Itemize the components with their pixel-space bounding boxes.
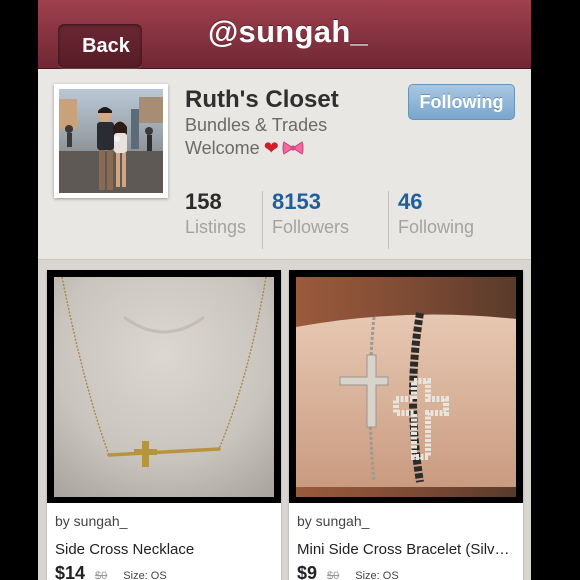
listing-seller: by sungah_ [297, 513, 370, 529]
listing-grid: by sungah_ Side Cross Necklace $14 $0 Si… [38, 260, 531, 580]
listings-count: 158 [185, 189, 222, 214]
bio-line-2: Welcome ❤ [185, 137, 327, 160]
nav-bar: Back @sungah_ [38, 0, 531, 69]
closet-stats: 158 Listings 8153 Followers 46 Following [38, 189, 531, 251]
listing-card[interactable]: by sungah_ Mini Side Cross Bracelet (Sil… [289, 270, 523, 580]
listing-original-price: $0 [95, 570, 108, 580]
following-label: Following [398, 217, 475, 237]
stat-following[interactable]: 46 Following [398, 189, 474, 249]
profile-header: Ruth's Closet Bundles & Trades Welcome ❤ … [38, 69, 531, 260]
listings-label: Listings [185, 217, 247, 237]
ribbon-bow-icon [282, 141, 304, 155]
stat-listings[interactable]: 158 Listings [185, 189, 246, 249]
closet-name: Ruth's Closet [185, 86, 339, 113]
listing-price-row: $9 $0 Size: OS [297, 563, 399, 580]
listing-photo [289, 270, 523, 503]
listing-original-price: $0 [327, 570, 340, 580]
listing-size: Size: OS [355, 570, 399, 580]
page-title: @sungah_ [208, 14, 369, 49]
listing-title: Mini Side Cross Bracelet (Silv… [297, 541, 510, 558]
listing-card[interactable]: by sungah_ Side Cross Necklace $14 $0 Si… [47, 270, 281, 580]
heart-icon: ❤ [263, 138, 279, 158]
listing-price: $9 [297, 563, 318, 580]
following-button[interactable]: Following [408, 84, 515, 120]
listing-price-row: $14 $0 Size: OS [55, 563, 167, 580]
avatar-photo [59, 89, 163, 193]
back-button[interactable]: Back [48, 12, 142, 68]
necklace-photo [54, 277, 274, 497]
closet-bio: Bundles & Trades Welcome ❤ [185, 114, 327, 160]
back-label: Back [82, 34, 130, 57]
listing-title: Side Cross Necklace [55, 541, 195, 558]
listing-price: $14 [55, 563, 86, 580]
listing-photo [47, 270, 281, 503]
closet-screen: Back @sungah_ Ruth's Closet Bundles & Tr… [38, 0, 531, 580]
followers-count: 8153 [272, 189, 321, 214]
avatar[interactable] [54, 84, 168, 198]
followers-label: Followers [272, 217, 350, 237]
stat-divider [262, 191, 263, 249]
following-count: 46 [398, 189, 423, 214]
bio-line-1: Bundles & Trades [185, 115, 328, 135]
listing-size: Size: OS [123, 570, 167, 580]
listing-seller: by sungah_ [55, 513, 128, 529]
stat-followers[interactable]: 8153 Followers [272, 189, 349, 249]
bracelet-photo [296, 277, 516, 497]
bio-welcome: Welcome [185, 138, 260, 158]
stat-divider [388, 191, 389, 249]
